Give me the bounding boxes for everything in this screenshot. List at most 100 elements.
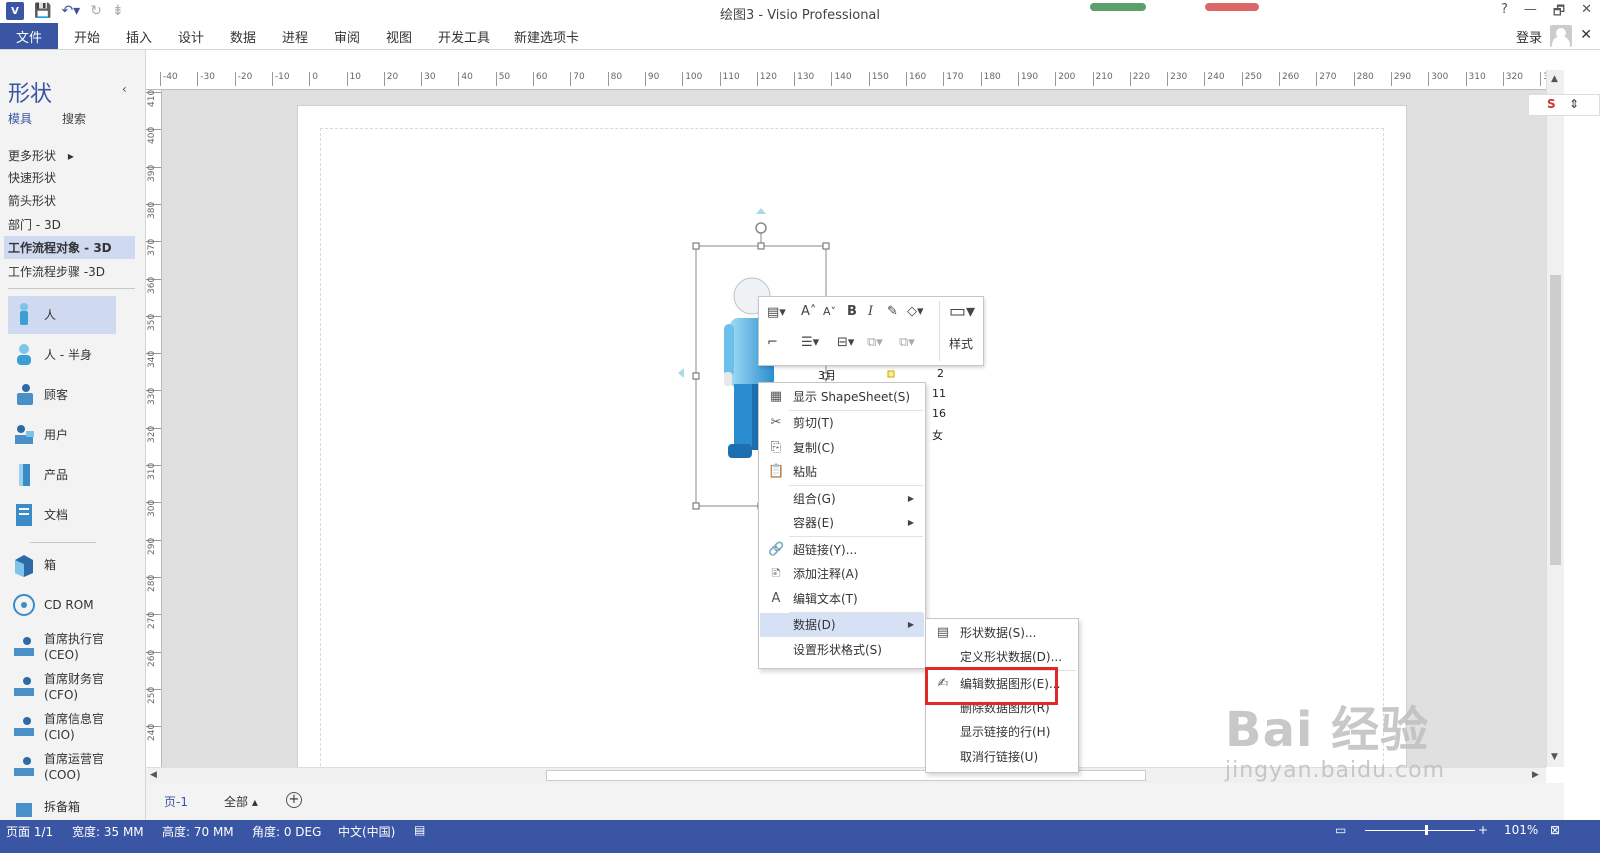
shape-product[interactable]: 产品 bbox=[8, 456, 116, 494]
fit-page-icon[interactable]: ▭ bbox=[1335, 823, 1346, 837]
comment-icon: 🗈 bbox=[771, 566, 781, 581]
menu-item-group[interactable]: 组合(G) ▶ bbox=[760, 487, 924, 511]
stencil-department-3d[interactable]: 部门 - 3D bbox=[8, 216, 61, 233]
ruler-tick: 300 bbox=[146, 500, 161, 539]
ime-icon[interactable]: S bbox=[1547, 97, 1556, 111]
avatar[interactable] bbox=[1550, 25, 1572, 47]
all-pages-tab[interactable]: 全部 ▴ bbox=[224, 793, 258, 810]
menu-item-container[interactable]: 容器(E) ▶ bbox=[760, 511, 924, 535]
send-back-icon[interactable]: ⧉▾ bbox=[899, 335, 915, 350]
shape-ceo[interactable]: 首席执行官 (CEO) bbox=[8, 628, 116, 666]
hyperlink-icon: 🔗 bbox=[768, 542, 785, 557]
shape-document[interactable]: 文档 bbox=[8, 496, 116, 534]
tab-file[interactable]: 文件 bbox=[0, 23, 58, 49]
menu-item-hyperlink[interactable]: 🔗 超链接(Y)... bbox=[760, 538, 924, 562]
menu-separator bbox=[789, 485, 923, 486]
status-language[interactable]: 中文(中国) bbox=[338, 823, 395, 840]
italic-button[interactable]: I bbox=[868, 304, 873, 319]
style-label[interactable]: 样式 bbox=[949, 335, 973, 352]
shape-customer[interactable]: 顾客 bbox=[8, 376, 116, 414]
shape-more[interactable]: 拆备箱 bbox=[8, 788, 116, 820]
vertical-scroll-thumb[interactable] bbox=[1550, 275, 1561, 565]
tab-home[interactable]: 开始 bbox=[74, 27, 100, 46]
shape-data-value: 11 bbox=[932, 387, 946, 400]
ceo-icon bbox=[12, 633, 36, 661]
add-page-button[interactable]: + bbox=[286, 792, 302, 808]
menu-item-copy[interactable]: ⎘ 复制(C) bbox=[760, 436, 924, 460]
login-link[interactable]: 登录 bbox=[1516, 27, 1542, 46]
shape-person[interactable]: 人 bbox=[8, 296, 116, 334]
zoom-level[interactable]: 101% bbox=[1504, 823, 1538, 837]
minimize-button[interactable]: — bbox=[1524, 2, 1537, 24]
zoom-slider[interactable] bbox=[1365, 830, 1475, 831]
scroll-down-icon[interactable]: ▼ bbox=[1551, 752, 1558, 762]
page-tab[interactable]: 页-1 bbox=[164, 793, 188, 810]
bring-front-icon[interactable]: ⧉▾ bbox=[867, 335, 883, 350]
status-page[interactable]: 页面 1/1 bbox=[6, 823, 53, 840]
stencil-workflow-steps-3d[interactable]: 工作流程步骤 -3D bbox=[8, 263, 105, 280]
menu-item-cut[interactable]: ✂ 剪切(T) bbox=[760, 411, 924, 435]
shape-cfo[interactable]: 首席财务官 (CFO) bbox=[8, 668, 116, 706]
menu-item-paste[interactable]: 📋 粘贴 bbox=[760, 460, 924, 484]
connector-icon[interactable]: ⌐ bbox=[767, 335, 778, 350]
fill-icon[interactable]: ◇▾ bbox=[907, 304, 924, 319]
shape-cd-rom[interactable]: CD ROM bbox=[8, 586, 116, 624]
help-button[interactable]: ? bbox=[1501, 2, 1508, 24]
ime-menu-icon[interactable]: ⇕ bbox=[1569, 97, 1579, 111]
stencil-workflow-objects-3d[interactable]: 工作流程对象 - 3D bbox=[4, 236, 135, 259]
menu-item-format-shape[interactable]: 设置形状格式(S) bbox=[760, 638, 924, 662]
menu-item-edit-text[interactable]: A 编辑文本(T) bbox=[760, 587, 924, 611]
stencil-arrow-shapes[interactable]: 箭头形状 bbox=[8, 192, 56, 209]
grow-font-button[interactable]: A˄ bbox=[801, 304, 816, 319]
tab-view[interactable]: 视图 bbox=[386, 27, 412, 46]
tab-insert[interactable]: 插入 bbox=[126, 27, 152, 46]
submenu-item-define-shape-data[interactable]: 定义形状数据(D)... bbox=[927, 645, 1077, 669]
ribbon-close-button[interactable]: ✕ bbox=[1580, 27, 1592, 43]
shape-user[interactable]: 用户 bbox=[8, 416, 116, 454]
stencil-more-shapes[interactable]: 更多形状 ▸ bbox=[8, 147, 74, 164]
ruler-tick: 170 bbox=[943, 72, 963, 86]
tab-new[interactable]: 新建选项卡 bbox=[514, 27, 579, 46]
scroll-left-icon[interactable]: ◀ bbox=[150, 770, 157, 780]
tab-search[interactable]: 搜索 bbox=[62, 110, 86, 127]
ruler-tick: 250 bbox=[1241, 72, 1262, 86]
menu-item-data[interactable]: 数据(D) ▶ bbox=[760, 613, 924, 637]
menu-item-add-comment[interactable]: 🗈 添加注释(A) bbox=[760, 562, 924, 586]
tab-design[interactable]: 设计 bbox=[178, 27, 204, 46]
shrink-font-button[interactable]: A˅ bbox=[823, 305, 836, 318]
text-block-icon[interactable]: ▤▾ bbox=[767, 305, 786, 320]
submenu-item-unlink-row[interactable]: 取消行链接(U) bbox=[927, 745, 1077, 769]
collapse-pane-button[interactable]: ‹ bbox=[122, 82, 127, 96]
submenu-item-show-linked-row[interactable]: 显示链接的行(H) bbox=[927, 720, 1077, 744]
shape-coo[interactable]: 首席运营官 (COO) bbox=[8, 748, 116, 786]
style-icon[interactable]: ▭▾ bbox=[949, 301, 975, 322]
vertical-scrollbar[interactable]: ▲ ▼ bbox=[1546, 70, 1564, 767]
bold-button[interactable]: B bbox=[847, 304, 857, 319]
zoom-slider-thumb[interactable] bbox=[1425, 825, 1428, 835]
position-icon[interactable]: ⊟▾ bbox=[837, 335, 854, 350]
shape-person-half[interactable]: 人 - 半身 bbox=[8, 336, 116, 374]
tab-process[interactable]: 进程 bbox=[282, 27, 308, 46]
format-painter-icon[interactable]: ✎ bbox=[887, 304, 898, 319]
scroll-up-icon[interactable]: ▲ bbox=[1551, 74, 1558, 84]
shape-data-value: 2 bbox=[937, 367, 944, 380]
align-text-icon[interactable]: ☰▾ bbox=[801, 335, 819, 350]
ime-toolbar[interactable]: S ⇕ bbox=[1528, 94, 1600, 116]
overlay-slider-red bbox=[1205, 3, 1259, 11]
ruler-tick: 70 bbox=[570, 72, 585, 86]
tab-developer[interactable]: 开发工具 bbox=[438, 27, 490, 46]
macro-icon[interactable]: ▤ bbox=[414, 823, 425, 837]
scroll-right-icon[interactable]: ▶ bbox=[1532, 770, 1539, 780]
submenu-item-shape-data[interactable]: ▤ 形状数据(S)... bbox=[927, 621, 1077, 645]
tab-review[interactable]: 审阅 bbox=[334, 27, 360, 46]
tab-stencils[interactable]: 模具 bbox=[8, 110, 32, 127]
shape-cio[interactable]: 首席信息官 (CIO) bbox=[8, 708, 116, 746]
zoom-in-button[interactable]: + bbox=[1478, 823, 1488, 837]
fit-window-icon[interactable]: ⊠ bbox=[1550, 823, 1560, 837]
menu-item-shapesheet[interactable]: ▦ 显示 ShapeSheet(S) bbox=[760, 385, 924, 409]
tab-data[interactable]: 数据 bbox=[230, 27, 256, 46]
restore-button[interactable]: 🗗 bbox=[1553, 2, 1565, 24]
close-button[interactable]: ✕ bbox=[1581, 2, 1592, 24]
shape-box[interactable]: 箱 bbox=[8, 546, 116, 584]
stencil-quick-shapes[interactable]: 快速形状 bbox=[8, 169, 56, 186]
